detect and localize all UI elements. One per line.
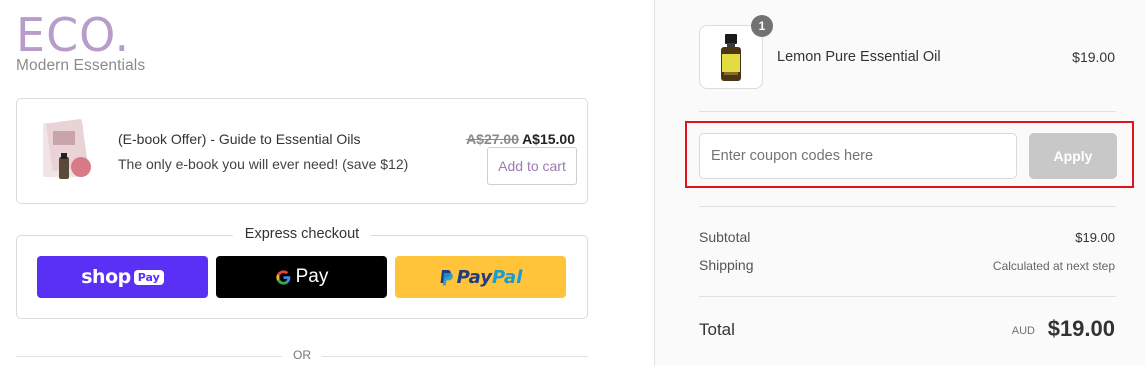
shipping-value: Calculated at next step — [992, 259, 1115, 273]
product-thumbnail — [699, 25, 763, 89]
offer-sale-price: A$15.00 — [522, 131, 575, 147]
shop-pay-badge: Pay — [133, 269, 164, 285]
checkout-main: ECO. Modern Essentials (E-book Offer) - … — [0, 0, 654, 366]
or-divider-text: OR — [293, 348, 311, 362]
add-to-cart-button[interactable]: Add to cart — [487, 147, 577, 185]
express-checkout: Express checkout shop Pay Pay Pay Pal — [16, 226, 588, 319]
currency-code: AUD — [1011, 325, 1035, 337]
checkout-page: ECO. Modern Essentials (E-book Offer) - … — [0, 0, 1145, 366]
divider-line-left — [16, 356, 282, 357]
shop-pay-wordmark: shop — [81, 266, 131, 288]
summary-divider — [699, 296, 1116, 297]
product-name: Lemon Pure Essential Oil — [777, 49, 941, 65]
ebook-image — [43, 118, 91, 179]
divider-line-right — [322, 356, 588, 357]
paypal-p-icon — [440, 269, 453, 285]
essential-oil-bottle-image — [721, 34, 741, 81]
quantity-badge: 1 — [751, 15, 773, 37]
shop-pay-button[interactable]: shop Pay — [37, 256, 208, 298]
google-pay-wordmark: Pay — [295, 266, 329, 287]
order-summary: 1 Lemon Pure Essential Oil $19.00 Apply … — [654, 0, 1145, 366]
upsell-offer-card: (E-book Offer) - Guide to Essential Oils… — [16, 98, 588, 204]
paypal-wordmark-part2: Pal — [492, 266, 523, 288]
offer-title: (E-book Offer) - Guide to Essential Oils — [118, 131, 361, 147]
google-g-icon — [276, 269, 290, 285]
paypal-button[interactable]: Pay Pal — [395, 256, 566, 298]
subtotal-value: $19.00 — [1075, 230, 1115, 245]
product-price: $19.00 — [1072, 49, 1115, 65]
express-checkout-title: Express checkout — [232, 226, 372, 242]
summary-divider — [699, 111, 1116, 112]
subtotal-label: Subtotal — [699, 229, 751, 245]
or-divider: OR — [16, 347, 588, 365]
logo-wordmark: ECO. — [16, 8, 131, 62]
total-value: $19.00 — [1047, 316, 1115, 341]
paypal-wordmark-part1: Pay — [456, 266, 492, 288]
summary-divider — [699, 206, 1116, 207]
shipping-label: Shipping — [699, 257, 754, 273]
offer-original-price: A$27.00 — [466, 131, 519, 147]
coupon-code-input[interactable] — [699, 133, 1017, 179]
apply-coupon-button[interactable]: Apply — [1029, 133, 1117, 179]
logo-tagline: Modern Essentials — [16, 57, 146, 74]
total-label: Total — [699, 320, 735, 339]
store-logo[interactable]: ECO. Modern Essentials — [16, 12, 145, 75]
google-pay-button[interactable]: Pay — [216, 256, 387, 298]
offer-description: The only e-book you will ever need! (sav… — [118, 156, 409, 172]
